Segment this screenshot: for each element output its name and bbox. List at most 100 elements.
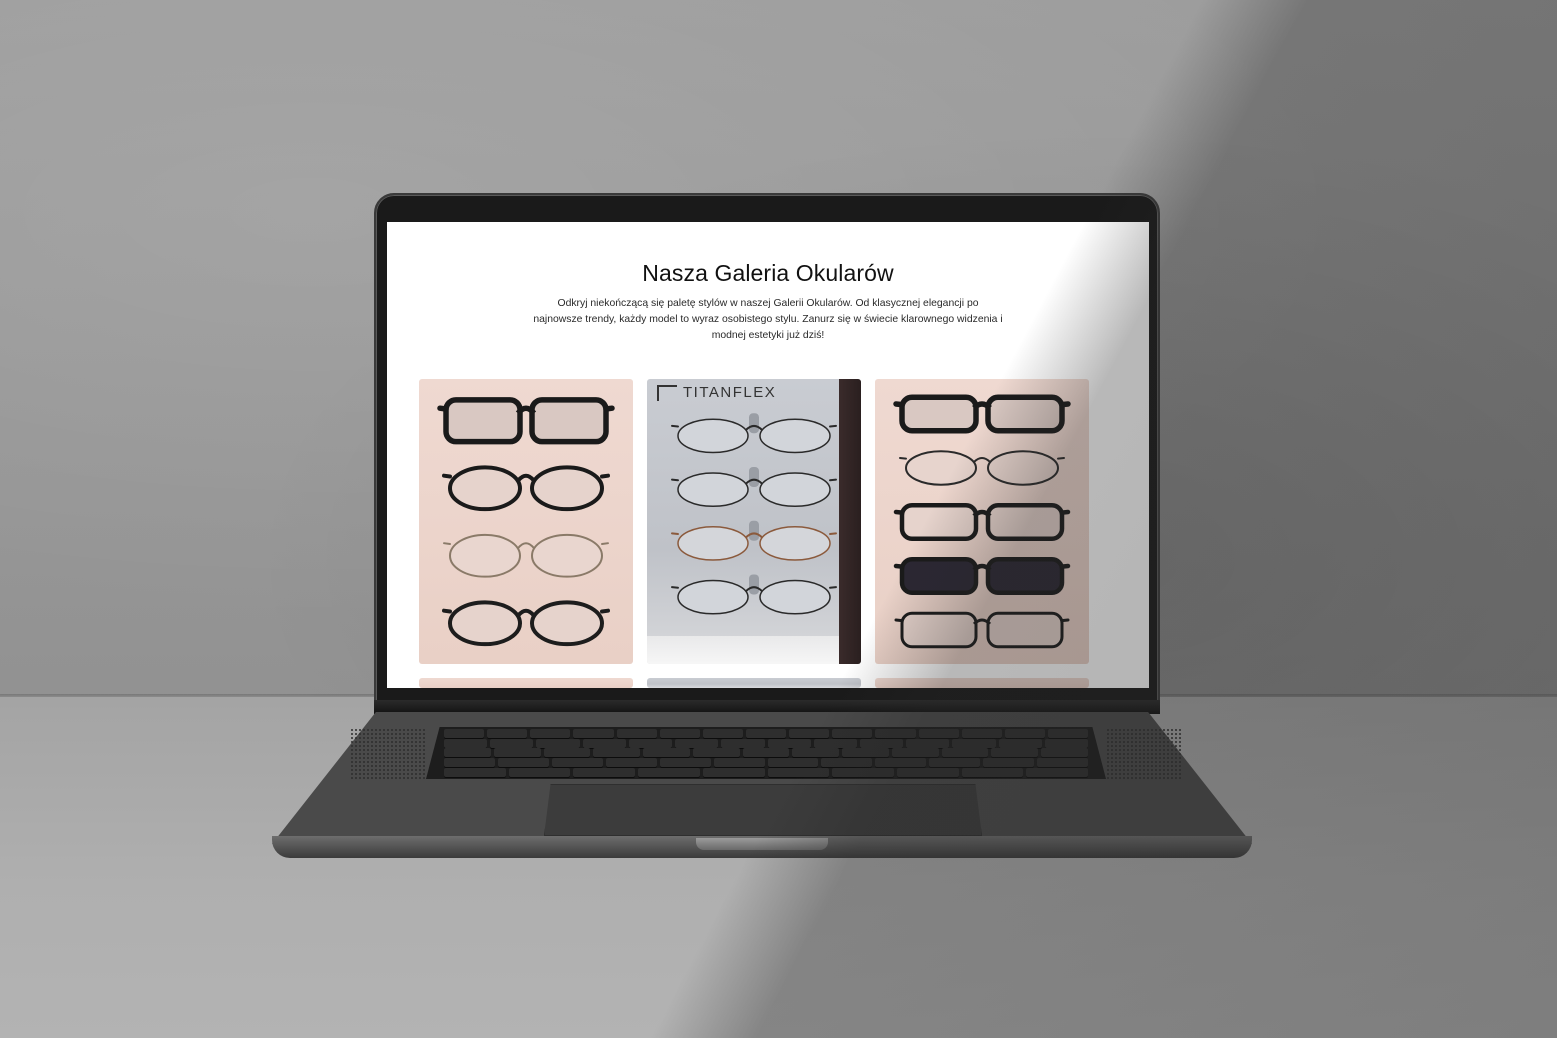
eyeglasses-lens	[530, 600, 604, 647]
eyeglasses-temple	[829, 478, 837, 482]
eyeglasses-bridge	[516, 608, 536, 618]
gallery-photo-2[interactable]: TITANFLEX	[647, 379, 861, 664]
eyeglasses-temple	[1059, 509, 1071, 515]
eyeglasses-lens	[986, 611, 1064, 649]
keyboard-row	[444, 748, 1088, 758]
keyboard-key	[792, 748, 840, 758]
eyeglasses-temple	[829, 424, 837, 428]
eyeglasses-temple	[893, 563, 905, 569]
eyeglasses-temple	[829, 532, 837, 536]
eyeglasses-lens	[677, 579, 749, 615]
keyboard-key	[952, 738, 996, 748]
gallery-photo-3[interactable]	[875, 379, 1089, 664]
keyboard-key	[713, 758, 765, 768]
eyeglasses-temple	[1057, 456, 1065, 460]
keyboard-key	[605, 758, 657, 768]
keyboard-key	[444, 758, 495, 768]
eyeglasses-frame	[437, 397, 615, 445]
eyeglasses-lens	[759, 418, 831, 454]
page-intro: Odkryj niekończącą się paletę stylów w n…	[533, 298, 1003, 342]
eyeglasses-photo-2	[671, 413, 837, 615]
keyboard-key	[875, 729, 916, 739]
keyboard-key	[1004, 729, 1045, 739]
eyeglasses-temple	[442, 608, 452, 614]
keyboard-key	[859, 738, 904, 748]
keyboard-key	[842, 748, 889, 758]
keyboard-key	[1044, 738, 1089, 748]
eyeglasses-temple	[894, 618, 904, 623]
keyboard-key	[789, 729, 830, 739]
eyeglasses-temple	[1060, 618, 1070, 623]
display-peg	[749, 574, 759, 595]
gallery-photo-6[interactable]	[875, 678, 1089, 688]
keyboard-key	[891, 748, 939, 758]
laptop-lid-notch	[696, 838, 828, 850]
eyeglasses-lens	[899, 557, 979, 595]
keyboard-key	[961, 767, 1024, 777]
eyeglasses-photo-1	[437, 397, 615, 647]
keyboard-key	[702, 767, 765, 777]
gallery-photo-5[interactable]	[647, 678, 861, 688]
eyeglasses-temple	[829, 586, 837, 589]
laptop-keyboard	[426, 727, 1106, 779]
keyboard-key	[767, 738, 811, 748]
keyboard-key	[929, 758, 981, 768]
eyeglasses-lens	[985, 503, 1065, 541]
eyeglasses-temple	[600, 608, 610, 614]
eyeglasses-temple	[1059, 563, 1071, 569]
laptop-screen: Nasza Galeria Okularów Odkryj niekończąc…	[387, 222, 1149, 688]
eyeglasses-bridge	[973, 456, 991, 463]
eyeglasses-lens	[448, 600, 522, 647]
keyboard-key	[961, 729, 1002, 739]
eyeglasses-temple	[893, 401, 905, 408]
eyeglasses-temple	[899, 456, 907, 460]
gallery-photo-4[interactable]	[419, 678, 633, 688]
eyeglasses-bridge	[972, 563, 992, 572]
keyboard-key	[991, 748, 1039, 758]
keyboard-key	[1047, 729, 1089, 739]
eyeglasses-lens	[759, 525, 831, 561]
keyboard-key	[493, 748, 541, 758]
display-side-shadow	[839, 379, 861, 664]
keyboard-key	[941, 748, 989, 758]
eyeglasses-temple	[671, 586, 679, 589]
keyboard-key	[896, 767, 959, 777]
eyeglasses-bridge	[972, 509, 992, 518]
gallery-photo-1[interactable]	[419, 379, 633, 664]
eyeglasses-temple	[893, 509, 905, 515]
eyeglasses-frame	[671, 520, 837, 561]
eyeglasses-lens	[449, 533, 521, 578]
eyeglasses-lens	[531, 533, 603, 578]
keyboard-key	[659, 729, 700, 739]
keyboard-key	[659, 758, 711, 768]
eyeglasses-lens	[759, 579, 831, 615]
keyboard-key	[490, 738, 534, 748]
display-peg	[749, 413, 759, 434]
keyboard-key	[821, 758, 873, 768]
keyboard-key	[638, 767, 700, 777]
keyboard-row	[444, 767, 1089, 777]
eyeglasses-frame	[894, 611, 1070, 649]
eyeglasses-frame	[893, 503, 1071, 541]
eyeglasses-bridge	[517, 542, 535, 549]
keyboard-key	[616, 729, 657, 739]
keyboard-key	[487, 729, 528, 739]
keyboard-key	[536, 738, 580, 748]
eyeglasses-temple	[600, 473, 610, 479]
keyboard-key	[530, 729, 571, 739]
eyeglasses-frame	[671, 466, 837, 508]
keyboard-key	[813, 738, 857, 748]
keyboard-key	[875, 758, 927, 768]
eyeglasses-temple	[671, 424, 679, 428]
keyboard-key	[593, 748, 641, 758]
keyboard-key	[983, 758, 1035, 768]
eyeglasses-lens	[759, 472, 831, 508]
eyeglasses-frame	[893, 394, 1071, 434]
display-peg	[749, 466, 759, 487]
keyboard-key	[497, 758, 549, 768]
eyeglasses-frame	[671, 413, 837, 454]
eyeglasses-temple	[671, 532, 679, 536]
keyboard-key	[444, 748, 491, 758]
eyeglasses-bridge	[972, 618, 992, 626]
keyboard-key	[767, 767, 830, 777]
